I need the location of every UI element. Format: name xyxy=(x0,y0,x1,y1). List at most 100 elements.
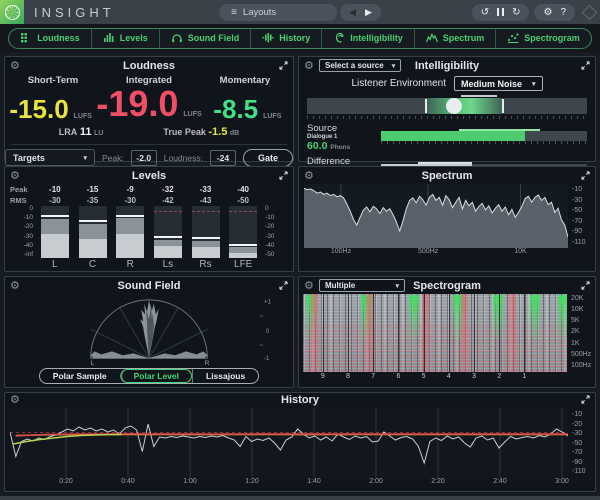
spectrum-x-axis: 100Hz 500Hz 10K xyxy=(330,248,527,255)
gear-icon[interactable]: ⚙ xyxy=(10,279,20,294)
history-panel: ⚙ History 0:20 0:40 1:00 1:20 1:40 2:00 2:20 2:… xyxy=(4,392,596,492)
lra-value: 11 xyxy=(79,126,92,138)
layouts-label: Layouts xyxy=(242,6,277,18)
panel-title: Levels xyxy=(131,170,167,182)
gear-icon[interactable]: ⚙ xyxy=(10,59,20,74)
prev-layout-button[interactable]: ◀ xyxy=(349,4,356,21)
tab-levels[interactable]: Levels xyxy=(90,28,159,48)
svg-text:0: 0 xyxy=(266,328,270,335)
true-peak-label: True Peak xyxy=(163,127,206,137)
momentary-unit: LUFS xyxy=(263,112,282,120)
history-plot xyxy=(10,408,568,478)
pause-icon[interactable] xyxy=(497,8,505,16)
polar-display: L R +1 0 -1 xyxy=(90,299,272,366)
lra-label: LRA xyxy=(58,127,78,137)
help-icon[interactable]: ? xyxy=(560,4,566,21)
source-meter xyxy=(381,129,587,141)
sound-field-mode-switch: Polar Sample Polar Level Lissajous xyxy=(38,368,260,384)
short-term-value: -15.0 xyxy=(9,93,69,124)
settings-group: ⚙ ? xyxy=(534,3,575,21)
expand-icon[interactable] xyxy=(279,61,288,70)
soundfield-icon xyxy=(171,34,182,43)
level-meter-Ls: -32 -42 Ls xyxy=(149,184,187,270)
level-meter-LFE: -40 -50 LFE xyxy=(224,184,262,270)
tab-bar: Loudness Levels Sound Field History Intellig… xyxy=(0,24,600,52)
history-time-axis: 0:20 0:40 1:00 1:20 1:40 2:00 2:20 2:40 3:00 xyxy=(59,478,569,485)
refresh-icon[interactable]: ↻ xyxy=(512,4,520,21)
spectrogram-display xyxy=(303,294,567,372)
loudness-target-field[interactable]: -24 xyxy=(209,149,236,166)
source-select[interactable]: Select a source ▾ xyxy=(319,59,402,72)
level-meter-R: -9 -30 R xyxy=(111,184,149,270)
menu-icon: ≡ xyxy=(231,6,237,18)
gear-icon[interactable]: ⚙ xyxy=(304,169,314,184)
spectrogram-time-axis: 987654321 xyxy=(320,373,527,380)
spectrum-y-axis: -10 -30 -50 -70 -90 -110 xyxy=(572,186,586,246)
true-peak-value: -1.5 xyxy=(208,126,228,138)
settings-gear-icon[interactable]: ⚙ xyxy=(543,4,552,21)
svg-text:+1: +1 xyxy=(264,299,272,306)
source-unit: Phons xyxy=(330,144,351,151)
tab-loudness[interactable]: Loudness xyxy=(9,29,91,48)
levels-icon xyxy=(103,33,114,42)
loudness-icon xyxy=(21,33,28,43)
polar-level-button[interactable]: Polar Level xyxy=(119,369,192,383)
panel-title: Sound Field xyxy=(117,280,181,292)
history-icon xyxy=(262,33,274,43)
expand-icon[interactable] xyxy=(279,281,288,290)
intelligibility-knob[interactable] xyxy=(446,98,462,114)
next-layout-button[interactable]: ▶ xyxy=(365,4,372,21)
listener-environment-label: Listener Environment xyxy=(351,78,446,89)
expand-icon[interactable] xyxy=(581,395,590,404)
targets-select[interactable]: Targets ▾ xyxy=(5,149,95,166)
polar-sample-button[interactable]: Polar Sample xyxy=(40,369,120,383)
peak-target-field[interactable]: -2.0 xyxy=(130,149,157,166)
gear-icon[interactable]: ⚙ xyxy=(304,279,314,294)
reset-icon[interactable]: ↺ xyxy=(481,4,489,21)
spectrum-plot xyxy=(304,184,568,248)
integrated-unit: LUFS xyxy=(183,111,202,119)
gear-icon[interactable]: ⚙ xyxy=(10,169,20,184)
tab-spectrogram[interactable]: Spectrogram xyxy=(495,28,591,48)
range-marker-right xyxy=(501,99,504,113)
peak-target-label: Peak: xyxy=(102,152,124,163)
difference-hold xyxy=(418,162,472,164)
tab-history[interactable]: History xyxy=(250,28,321,48)
expand-icon[interactable] xyxy=(581,171,590,180)
resize-strip[interactable] xyxy=(0,496,600,500)
app-name: INSIGHT xyxy=(34,4,115,20)
polar-lobe-right xyxy=(149,351,208,359)
true-peak-unit: dB xyxy=(229,130,240,137)
polar-lobe-left xyxy=(90,351,149,359)
svg-text:-1: -1 xyxy=(264,355,270,362)
tab-soundfield[interactable]: Sound Field xyxy=(158,28,251,48)
integrated-value: -19.0 xyxy=(96,83,179,125)
source-value: 60.0 xyxy=(307,140,328,152)
title-bar: INSIGHT ≡ Layouts ◀ ▶ ↺ ↻ ⚙ ? xyxy=(0,0,600,24)
layouts-menu[interactable]: ≡ Layouts xyxy=(219,3,338,21)
gear-icon[interactable]: ⚙ xyxy=(10,393,20,408)
source-label: Source xyxy=(307,123,338,134)
expand-icon[interactable] xyxy=(581,281,590,290)
tab-spectrum[interactable]: Spectrum xyxy=(413,28,496,48)
intelligibility-icon xyxy=(336,32,344,43)
lissajous-button[interactable]: Lissajous xyxy=(192,369,258,383)
listener-environment-select[interactable]: Medium Noise ▾ xyxy=(453,76,543,91)
spectrum-panel: ⚙ Spectrum 100Hz 500Hz 10K -10 -30 -50 -70 -90… xyxy=(298,166,596,272)
transport-group: ↺ ↻ xyxy=(471,3,530,21)
izotope-logo xyxy=(0,0,24,24)
tab-intelligibility[interactable]: Intelligibility xyxy=(321,28,414,48)
spectrogram-mode-select[interactable]: Multiple ▾ xyxy=(319,279,405,292)
panel-title: History xyxy=(281,394,319,406)
expand-icon[interactable] xyxy=(279,171,288,180)
levels-axis: Peak RMS 0 -10 -20 -30 -40 -inf xyxy=(10,185,33,258)
expand-icon[interactable] xyxy=(581,61,590,70)
levels-panel: ⚙ Levels Peak RMS 0 -10 -20 -30 -40 -inf -10 -30 L… xyxy=(4,166,294,272)
gate-button[interactable]: Gate xyxy=(242,148,293,167)
level-meter-Rs: -33 -43 Rs xyxy=(187,184,225,270)
momentary-value: -8.5 xyxy=(213,93,259,124)
level-meter-L: -10 -30 L xyxy=(36,184,74,270)
gear-icon[interactable]: ⚙ xyxy=(304,59,314,74)
short-term-unit: LUFS xyxy=(73,112,92,120)
right-channel-label: R xyxy=(204,360,209,366)
